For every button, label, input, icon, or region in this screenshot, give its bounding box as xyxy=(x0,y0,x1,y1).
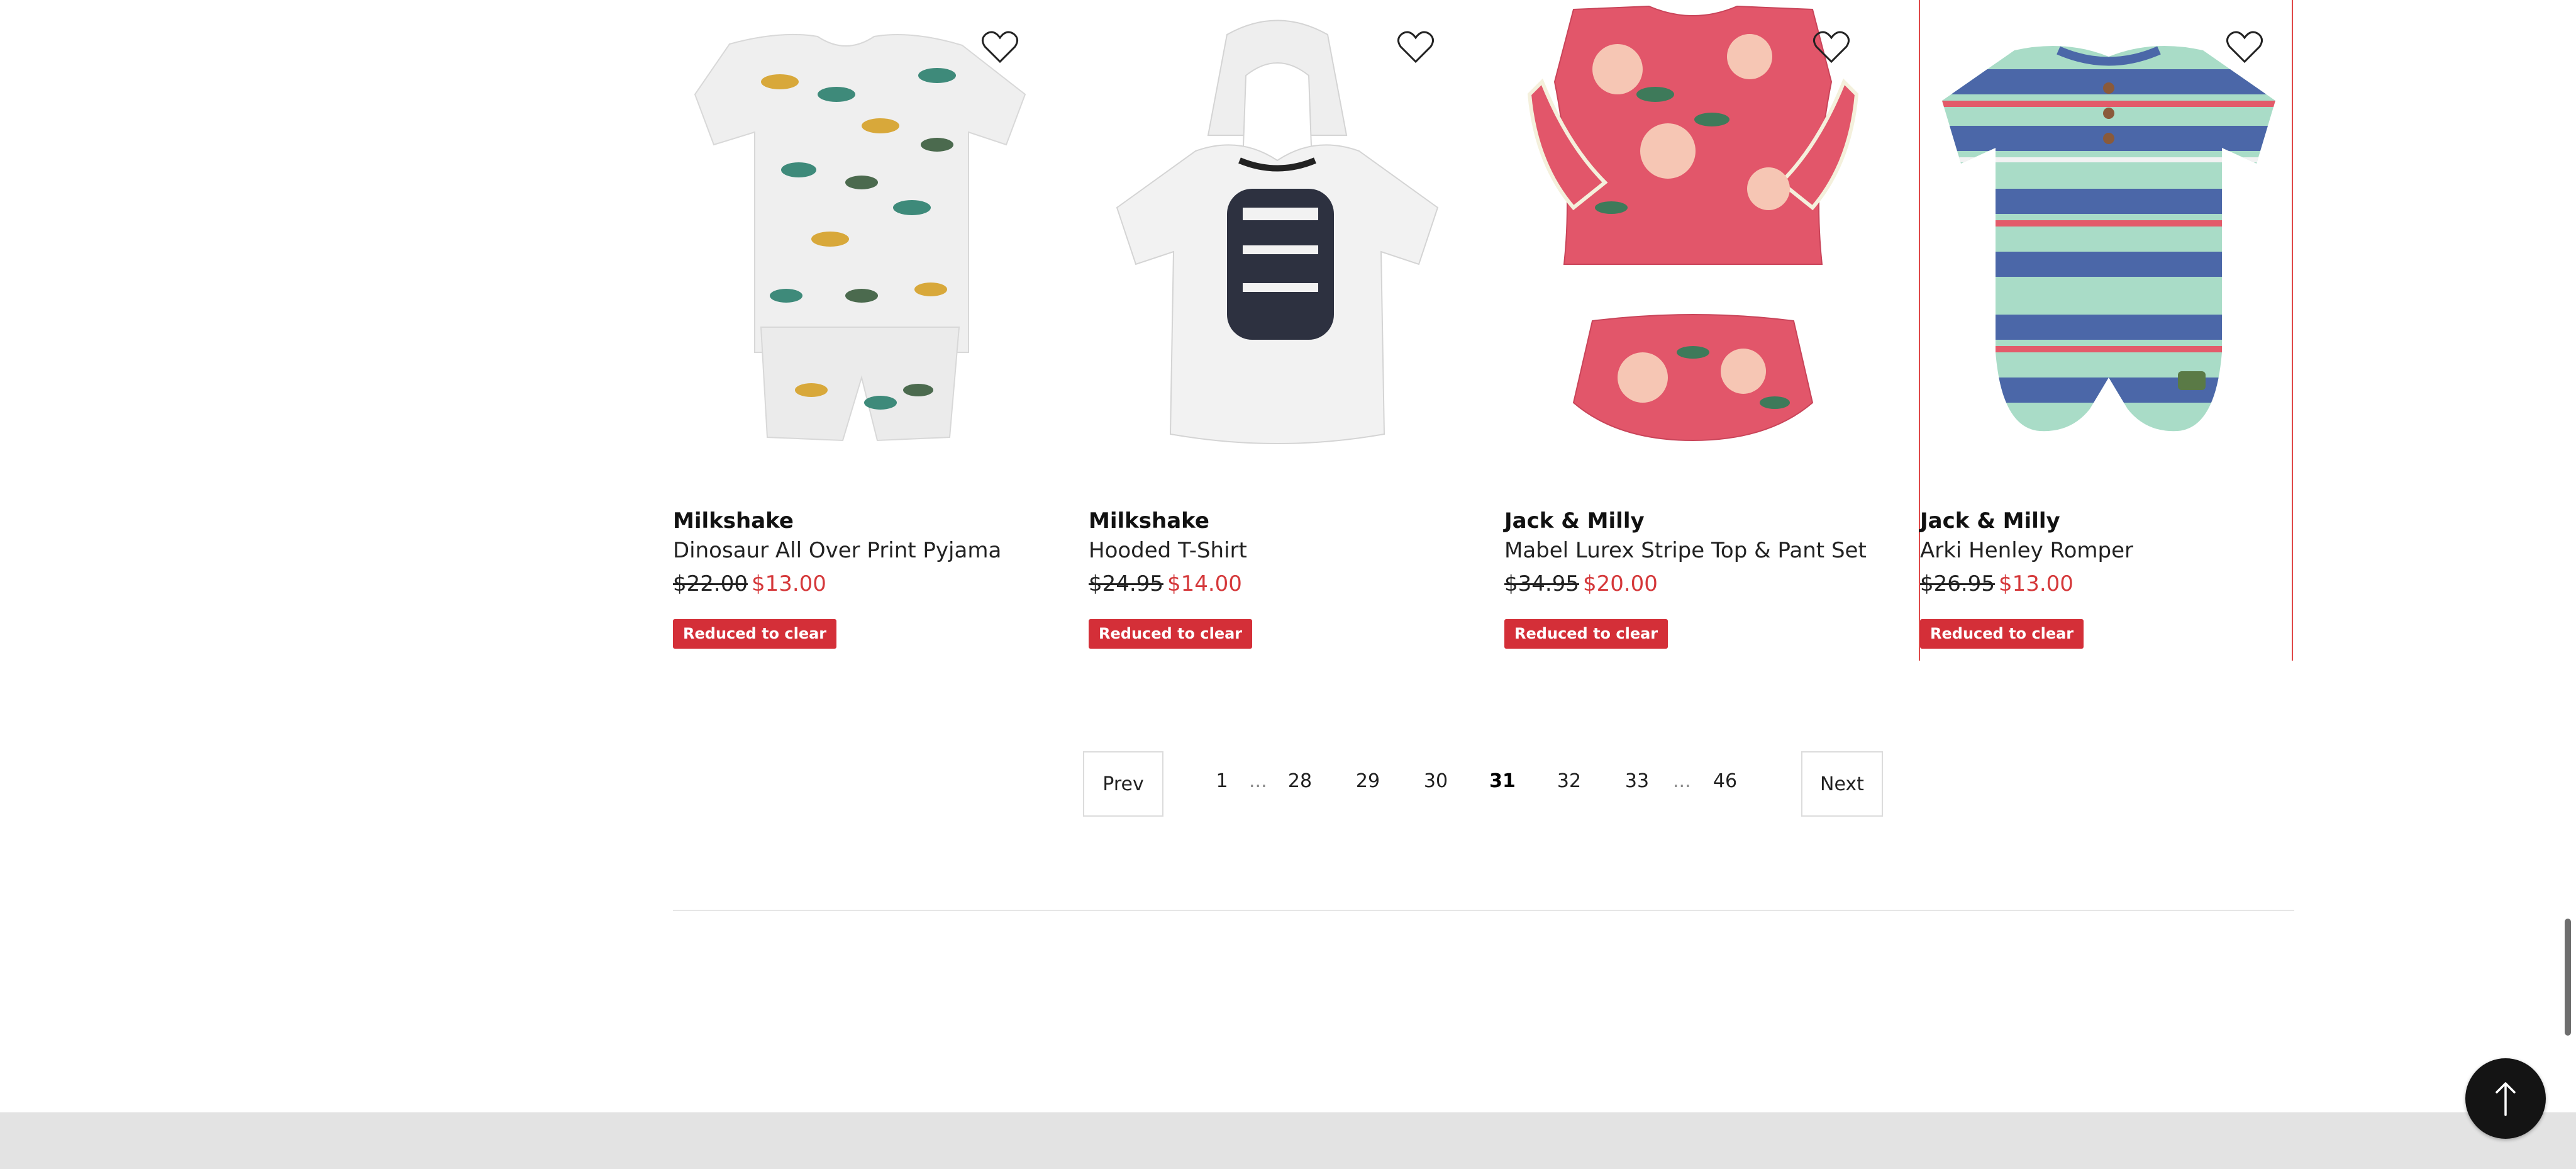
product-price: $24.95 $14.00 xyxy=(1089,571,1242,596)
sale-badge: Reduced to clear xyxy=(673,619,837,649)
product-image-hooded-tshirt[interactable] xyxy=(1089,0,1463,491)
sale-price: $20.00 xyxy=(1582,571,1658,596)
prev-page-button[interactable]: Prev xyxy=(1083,751,1163,817)
sale-price: $14.00 xyxy=(1167,571,1242,596)
sale-badge: Reduced to clear xyxy=(1504,619,1668,649)
product-card[interactable]: Jack & Milly Mabel Lurex Stripe Top & Pa… xyxy=(1504,0,1879,661)
product-image-striped-romper[interactable] xyxy=(1920,0,2294,491)
sale-badge: Reduced to clear xyxy=(1920,619,2084,649)
product-image-dinosaur-pyjama[interactable] xyxy=(673,0,1047,491)
product-name[interactable]: Hooded T-Shirt xyxy=(1089,538,1247,563)
original-price: $26.95 xyxy=(1920,571,1995,596)
product-card[interactable]: Milkshake Dinosaur All Over Print Pyjama… xyxy=(673,0,1047,661)
pagination: Prev 1 ... 28 29 30 31 32 33 ... 46 Next xyxy=(1083,751,1883,817)
page-link-32[interactable]: 32 xyxy=(1547,770,1591,792)
product-name[interactable]: Arki Henley Romper xyxy=(1920,538,2133,563)
heart-icon[interactable] xyxy=(2226,29,2263,64)
sale-badge: Reduced to clear xyxy=(1089,619,1253,649)
product-price: $34.95 $20.00 xyxy=(1504,571,1658,596)
sale-price: $13.00 xyxy=(751,571,826,596)
heart-icon[interactable] xyxy=(981,29,1019,64)
product-brand[interactable]: Jack & Milly xyxy=(1504,508,1645,534)
product-brand[interactable]: Milkshake xyxy=(1089,508,1209,534)
product-grid: Milkshake Dinosaur All Over Print Pyjama… xyxy=(673,0,2296,661)
original-price: $34.95 xyxy=(1504,571,1579,596)
sale-price: $13.00 xyxy=(1998,571,2074,596)
product-brand[interactable]: Jack & Milly xyxy=(1920,508,2060,534)
original-price: $22.00 xyxy=(673,571,748,596)
pagination-ellipsis: ... xyxy=(1249,770,1267,792)
page-link-current[interactable]: 31 xyxy=(1480,770,1524,792)
footer xyxy=(0,1112,2576,1169)
pagination-ellipsis: ... xyxy=(1673,770,1691,792)
next-page-button[interactable]: Next xyxy=(1801,751,1883,817)
product-price: $22.00 $13.00 xyxy=(673,571,826,596)
product-name[interactable]: Dinosaur All Over Print Pyjama xyxy=(673,538,1001,563)
heart-icon[interactable] xyxy=(1813,29,1850,64)
page-link-46[interactable]: 46 xyxy=(1703,770,1747,792)
product-name[interactable]: Mabel Lurex Stripe Top & Pant Set xyxy=(1504,538,1867,563)
product-card[interactable]: Milkshake Hooded T-Shirt $24.95 $14.00 Re… xyxy=(1089,0,1463,661)
page-link-30[interactable]: 30 xyxy=(1414,770,1458,792)
page-link-29[interactable]: 29 xyxy=(1346,770,1390,792)
product-price: $26.95 $13.00 xyxy=(1920,571,2074,596)
heart-icon[interactable] xyxy=(1397,29,1435,64)
product-brand[interactable]: Milkshake xyxy=(673,508,794,534)
original-price: $24.95 xyxy=(1089,571,1163,596)
page-link-28[interactable]: 28 xyxy=(1278,770,1322,792)
section-divider xyxy=(673,910,2294,911)
back-to-top-button[interactable] xyxy=(2465,1058,2546,1139)
page-link-1[interactable]: 1 xyxy=(1200,770,1244,792)
scrollbar-thumb[interactable] xyxy=(2565,919,2571,1036)
page-link-33[interactable]: 33 xyxy=(1615,770,1659,792)
product-card[interactable]: Jack & Milly Arki Henley Romper $26.95 $1… xyxy=(1919,0,2293,661)
arrow-up-icon xyxy=(2496,1082,2516,1116)
product-image-floral-set[interactable] xyxy=(1504,0,1879,491)
